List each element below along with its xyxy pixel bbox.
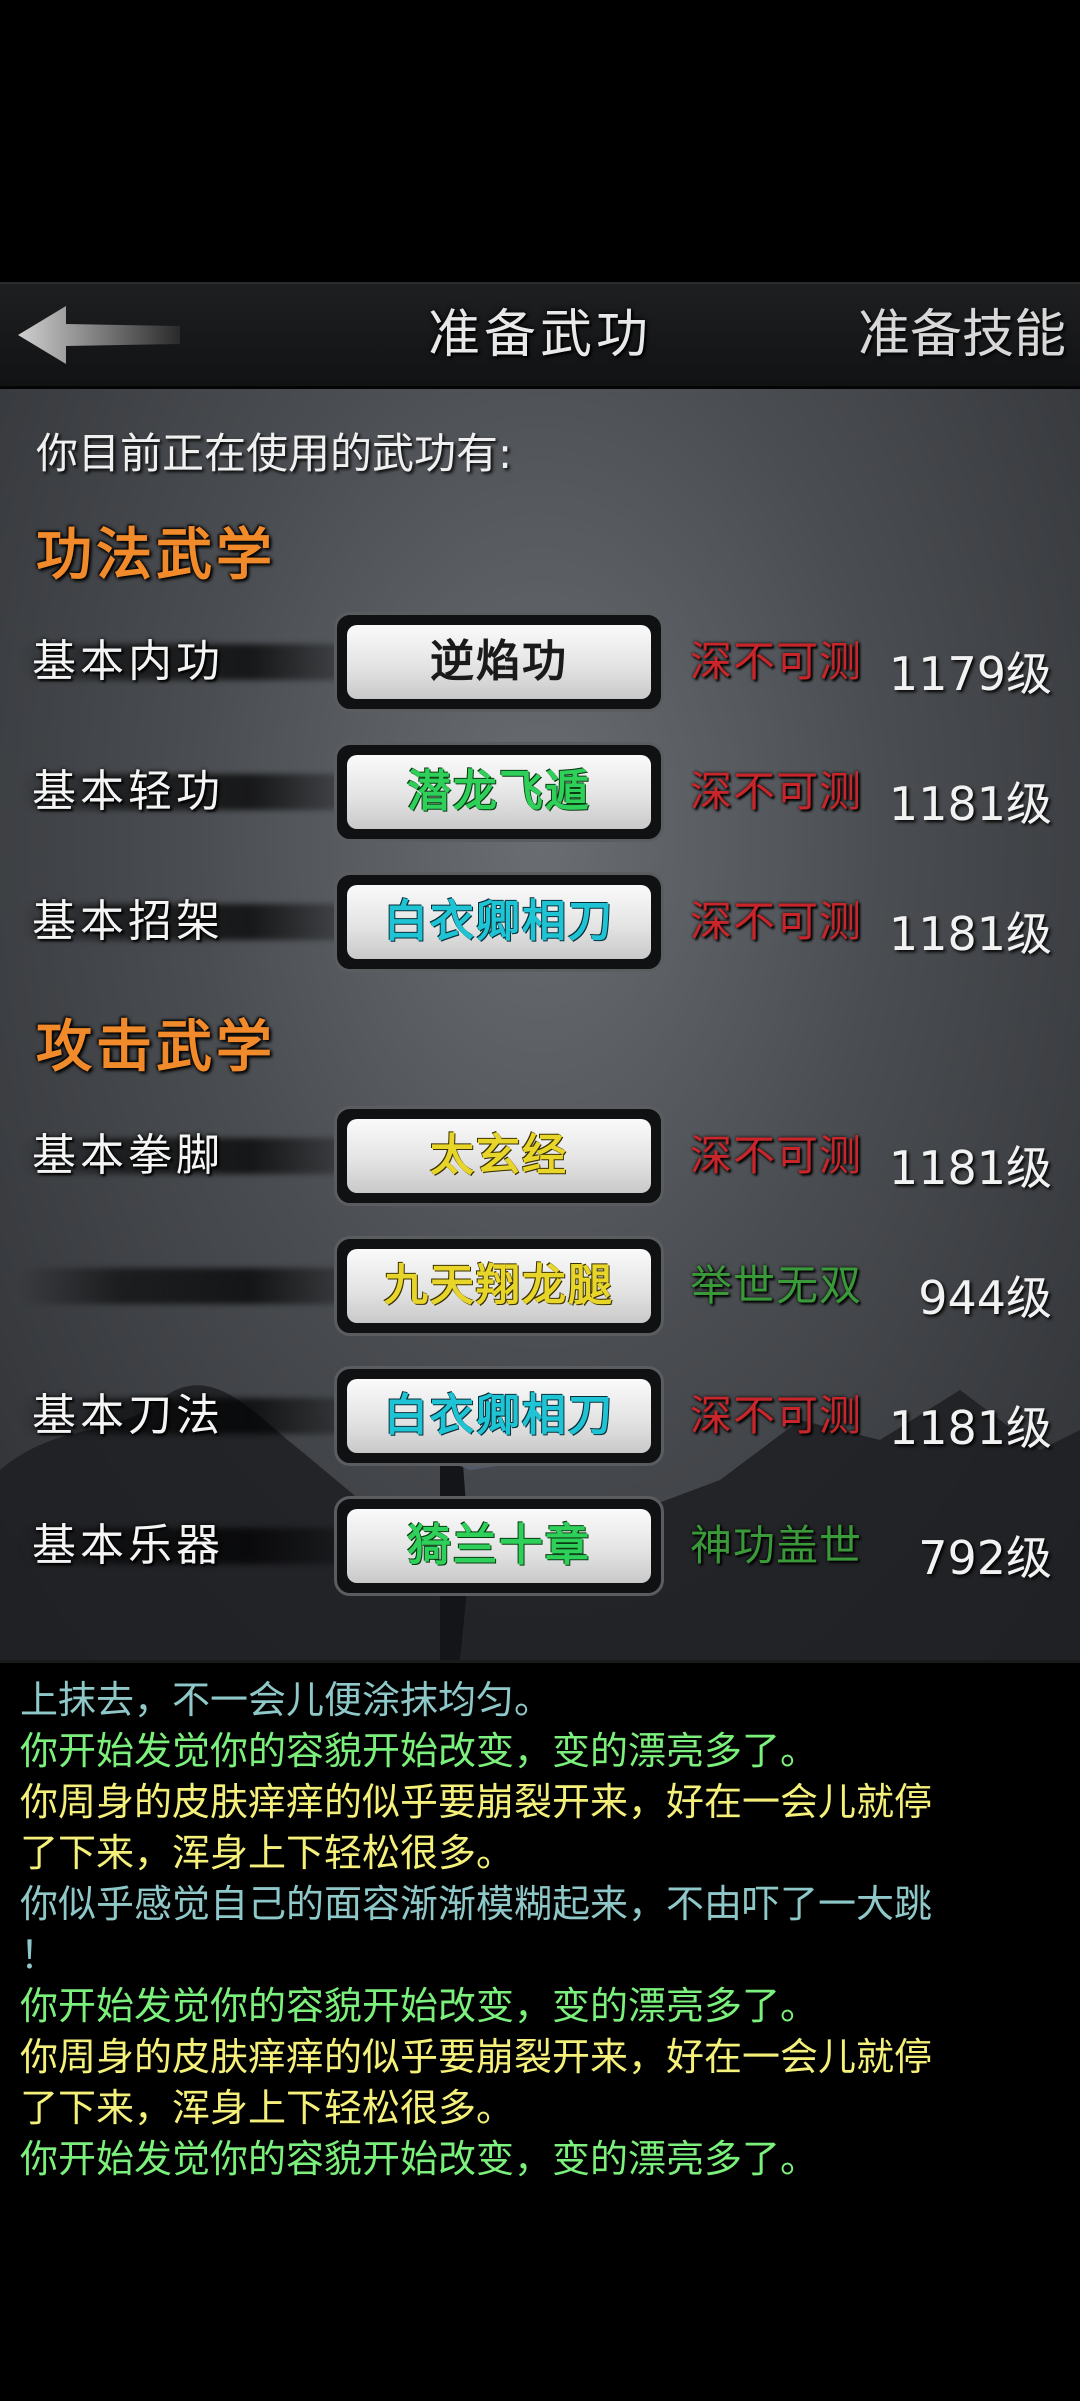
skill-rank: 深不可测 bbox=[690, 897, 863, 946]
skill-rank: 举世无双 bbox=[690, 1261, 863, 1310]
section-title-gongfa: 功法武学 bbox=[36, 522, 276, 588]
skill-row: 九天翔龙腿 举世无双 944级 bbox=[0, 1232, 1080, 1340]
skill-row: 基本乐器 猗兰十章 神功盖世 792级 bbox=[0, 1492, 1080, 1600]
skill-row: 基本刀法 白衣卿相刀 深不可测 1181级 bbox=[0, 1362, 1080, 1470]
skill-name: 猗兰十章 bbox=[347, 1509, 651, 1583]
skill-row: 基本内功 逆焰功 深不可测 1179级 bbox=[0, 608, 1080, 716]
skill-rank: 深不可测 bbox=[690, 1131, 863, 1180]
skill-level: 1181级 bbox=[888, 1401, 1052, 1455]
skill-slot-label: 基本轻功 bbox=[32, 766, 224, 817]
top-bar: 准备武功 准备技能 bbox=[0, 282, 1080, 389]
skill-row: 基本拳脚 太玄经 深不可测 1181级 bbox=[0, 1102, 1080, 1210]
section-title-gongji: 攻击武学 bbox=[36, 1014, 276, 1080]
log-line: 你似乎感觉自己的面容渐渐模糊起来，不由吓了一大跳 bbox=[20, 1882, 933, 1926]
log-line: 你周身的皮肤痒痒的似乎要崩裂开来，好在一会儿就停 bbox=[20, 1780, 933, 1824]
log-line: 你开始发觉你的容貌开始改变，变的漂亮多了。 bbox=[20, 2137, 819, 2181]
skill-button[interactable]: 太玄经 bbox=[334, 1106, 664, 1206]
log-line: 你开始发觉你的容貌开始改变，变的漂亮多了。 bbox=[20, 1729, 819, 1773]
skill-name: 白衣卿相刀 bbox=[347, 1379, 651, 1453]
skill-rank: 深不可测 bbox=[690, 767, 863, 816]
skill-slot-label: 基本招架 bbox=[32, 896, 224, 947]
log-line: ！ bbox=[20, 1933, 59, 1977]
skill-slot-label: 基本拳脚 bbox=[32, 1130, 224, 1181]
log-line: 你开始发觉你的容貌开始改变，变的漂亮多了。 bbox=[20, 1984, 819, 2028]
skill-slot-label: 基本刀法 bbox=[32, 1390, 224, 1441]
skill-name: 逆焰功 bbox=[347, 625, 651, 699]
log-line: 了下来，浑身上下轻松很多。 bbox=[20, 2086, 515, 2130]
skill-button[interactable]: 白衣卿相刀 bbox=[334, 1366, 664, 1466]
message-log[interactable]: 上抹去，不一会儿便涂抹均匀。 你开始发觉你的容貌开始改变，变的漂亮多了。 你周身… bbox=[0, 1660, 1080, 2220]
skill-level: 1181级 bbox=[888, 777, 1052, 831]
skill-button[interactable]: 逆焰功 bbox=[334, 612, 664, 712]
skill-slot-label: 基本乐器 bbox=[32, 1520, 224, 1571]
prepare-skills-button[interactable]: 准备技能 bbox=[858, 284, 1066, 386]
log-line: 上抹去，不一会儿便涂抹均匀。 bbox=[20, 1678, 553, 1722]
skill-name: 白衣卿相刀 bbox=[347, 885, 651, 959]
skill-rank: 深不可测 bbox=[690, 637, 863, 686]
log-line: 你周身的皮肤痒痒的似乎要崩裂开来，好在一会儿就停 bbox=[20, 2035, 933, 2079]
skill-button[interactable]: 白衣卿相刀 bbox=[334, 872, 664, 972]
skill-button[interactable]: 猗兰十章 bbox=[334, 1496, 664, 1596]
skill-button[interactable]: 潜龙飞遁 bbox=[334, 742, 664, 842]
skill-rank: 深不可测 bbox=[690, 1391, 863, 1440]
skill-level: 1179级 bbox=[888, 647, 1052, 701]
skill-name: 九天翔龙腿 bbox=[347, 1249, 651, 1323]
skill-level: 944级 bbox=[918, 1271, 1052, 1325]
skill-level: 792级 bbox=[918, 1531, 1052, 1585]
intro-text: 你目前正在使用的武功有: bbox=[36, 429, 513, 478]
label-streak bbox=[20, 1268, 350, 1304]
skill-slot-label: 基本内功 bbox=[32, 636, 224, 687]
skill-rank: 神功盖世 bbox=[690, 1521, 863, 1570]
skill-name: 潜龙飞遁 bbox=[347, 755, 651, 829]
skill-row: 基本招架 白衣卿相刀 深不可测 1181级 bbox=[0, 868, 1080, 976]
log-line: 了下来，浑身上下轻松很多。 bbox=[20, 1831, 515, 1875]
skill-level: 1181级 bbox=[888, 907, 1052, 961]
skill-level: 1181级 bbox=[888, 1141, 1052, 1195]
skill-name: 太玄经 bbox=[347, 1119, 651, 1193]
skill-row: 基本轻功 潜龙飞遁 深不可测 1181级 bbox=[0, 738, 1080, 846]
skill-button[interactable]: 九天翔龙腿 bbox=[334, 1236, 664, 1336]
